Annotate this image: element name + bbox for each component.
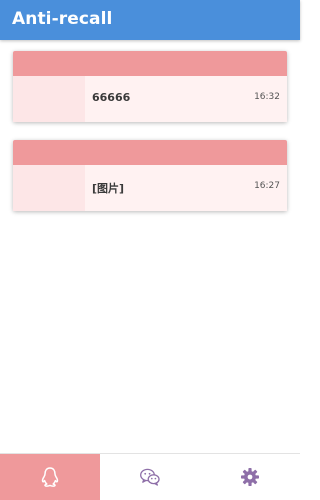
tab-settings[interactable]: [200, 454, 300, 500]
tab-wechat[interactable]: [100, 454, 200, 500]
gear-icon: [241, 468, 259, 486]
message-card-body: [图片] 16:27: [13, 165, 287, 211]
wechat-icon: [140, 468, 160, 486]
message-card-body: 66666 16:32: [13, 76, 287, 122]
message-card-header: [13, 51, 287, 76]
app-title: Anti-recall: [12, 9, 113, 29]
tab-qq[interactable]: [0, 454, 100, 500]
message-time: 16:27: [254, 181, 280, 191]
message-card[interactable]: [图片] 16:27: [13, 140, 287, 211]
message-avatar: [13, 165, 85, 211]
message-text: [图片]: [92, 182, 125, 195]
qq-penguin-icon: [41, 467, 59, 487]
message-avatar: [13, 76, 85, 122]
message-text: 66666: [92, 91, 131, 104]
message-card-header: [13, 140, 287, 165]
app-bar: Anti-recall: [0, 0, 300, 40]
bottom-navigation: [0, 453, 300, 500]
message-card[interactable]: 66666 16:32: [13, 51, 287, 122]
message-time: 16:32: [254, 92, 280, 102]
